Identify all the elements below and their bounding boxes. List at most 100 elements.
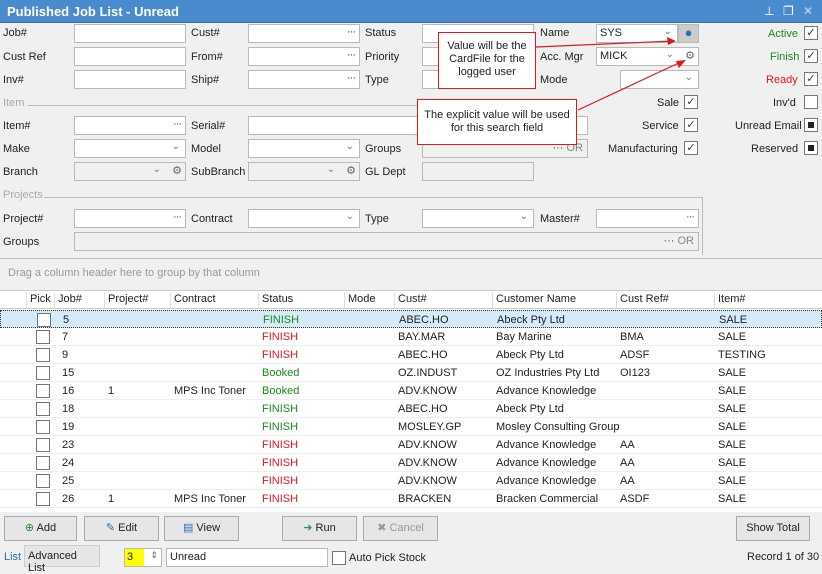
cell: ADSF bbox=[620, 349, 650, 361]
run-button[interactable]: ➜ Run bbox=[282, 516, 357, 541]
table-row[interactable]: 26 1 MPS Inc Toner FINISH BRACKEN Bracken Com… bbox=[0, 490, 822, 508]
column-header[interactable]: Status bbox=[258, 293, 293, 309]
callout-cardfile: Value will be the CardFile for the logge… bbox=[438, 32, 536, 89]
cell: ADV.KNOW bbox=[398, 475, 457, 487]
cell: SALE bbox=[718, 421, 747, 433]
tab-list[interactable]: List bbox=[4, 551, 21, 563]
table-row[interactable]: 7 FINISH BAY.MAR Bay Marine BMA SALE bbox=[0, 328, 822, 346]
cell: Abeck Pty Ltd bbox=[496, 403, 564, 415]
pick-checkbox[interactable] bbox=[36, 384, 50, 398]
callout-arrow-1 bbox=[535, 40, 675, 48]
pick-checkbox[interactable] bbox=[36, 474, 50, 488]
pick-checkbox[interactable] bbox=[36, 402, 50, 416]
cell: Advance Knowledge bbox=[496, 457, 597, 469]
cell: ADV.KNOW bbox=[398, 457, 457, 469]
column-header[interactable]: Cust# bbox=[394, 293, 427, 309]
pick-checkbox[interactable] bbox=[36, 438, 50, 452]
cell: SALE bbox=[718, 385, 747, 397]
pick-checkbox[interactable] bbox=[36, 456, 50, 470]
cell: FINISH bbox=[262, 475, 299, 487]
table-row[interactable]: 18 FINISH ABEC.HO Abeck Pty Ltd SALE bbox=[0, 400, 822, 418]
callout-arrowhead-1 bbox=[667, 37, 676, 45]
callout-arrow-2 bbox=[577, 60, 684, 111]
cell: 26 bbox=[62, 493, 75, 505]
auto-pick-checkbox[interactable] bbox=[332, 551, 346, 565]
edit-button[interactable]: ✎ Edit bbox=[84, 516, 159, 541]
cell: SALE bbox=[718, 457, 747, 469]
grid-header: Pick Job# Project# Contract Status Mode Cust# C… bbox=[0, 291, 822, 309]
cell: 5 bbox=[63, 314, 70, 326]
cell: 24 bbox=[62, 457, 75, 469]
cell: OZ.INDUST bbox=[398, 367, 458, 379]
callout-explicit-value: The explicit value will be used for this… bbox=[417, 99, 577, 145]
cell: Bay Marine bbox=[496, 331, 552, 343]
cell: FINISH bbox=[262, 457, 299, 469]
cell: Bracken Commercial bbox=[496, 493, 599, 505]
cell: 7 bbox=[62, 331, 69, 343]
cell: FINISH bbox=[262, 439, 299, 451]
column-header[interactable]: Contract bbox=[170, 293, 216, 309]
record-count: Record 1 of 30 bbox=[747, 551, 820, 563]
cell: 1 bbox=[108, 493, 115, 505]
show-total-button[interactable]: Show Total bbox=[736, 516, 810, 541]
table-row[interactable]: 9 FINISH ABEC.HO Abeck Pty Ltd ADSF TESTING bbox=[0, 346, 822, 364]
column-header[interactable]: Customer Name bbox=[492, 293, 576, 309]
cell: FINISH bbox=[262, 403, 299, 415]
view-name-input[interactable]: Unread bbox=[166, 548, 328, 567]
view-button[interactable]: ▤ View bbox=[164, 516, 239, 541]
count-spinner[interactable]: 3 ⇕ bbox=[124, 548, 162, 567]
cell: SALE bbox=[718, 475, 747, 487]
group-by-hint: Drag a column header here to group by th… bbox=[8, 267, 260, 279]
column-header[interactable]: Pick bbox=[26, 293, 51, 309]
callout-arrowhead-2 bbox=[676, 60, 686, 68]
table-row[interactable]: 24 FINISH ADV.KNOW Advance Knowledge AA SALE bbox=[0, 454, 822, 472]
cancel-button[interactable]: ✖ Cancel bbox=[363, 516, 438, 541]
column-header[interactable]: Cust Ref# bbox=[616, 293, 669, 309]
pick-checkbox[interactable] bbox=[36, 492, 50, 506]
cell: OI123 bbox=[620, 367, 650, 379]
pick-checkbox[interactable] bbox=[36, 366, 50, 380]
cell: BRACKEN bbox=[398, 493, 452, 505]
cell: TESTING bbox=[718, 349, 766, 361]
cell: 18 bbox=[62, 403, 75, 415]
cell: AA bbox=[620, 457, 635, 469]
pick-checkbox[interactable] bbox=[36, 420, 50, 434]
cell: FINISH bbox=[263, 314, 300, 326]
add-button[interactable]: ⊕ Add bbox=[4, 516, 77, 541]
cell: AA bbox=[620, 475, 635, 487]
column-header[interactable]: Job# bbox=[54, 293, 82, 309]
cell: 9 bbox=[62, 349, 69, 361]
callout-arrows bbox=[535, 37, 686, 111]
column-header[interactable]: Mode bbox=[344, 293, 376, 309]
cell: ABEC.HO bbox=[398, 403, 448, 415]
cell: Advance Knowledge bbox=[496, 439, 597, 451]
tab-advanced-list[interactable]: Advanced List bbox=[24, 545, 100, 574]
cell: FINISH bbox=[262, 421, 299, 433]
table-row[interactable]: 25 FINISH ADV.KNOW Advance Knowledge AA SALE bbox=[0, 472, 822, 490]
cell: Abeck Pty Ltd bbox=[496, 349, 564, 361]
cell: 15 bbox=[62, 367, 75, 379]
table-row[interactable]: 15 Booked OZ.INDUST OZ Industries Pty Ltd OI… bbox=[0, 364, 822, 382]
pick-checkbox[interactable] bbox=[36, 348, 50, 362]
cell: SALE bbox=[719, 314, 748, 326]
column-header[interactable]: Item# bbox=[714, 293, 746, 309]
cell: BAY.MAR bbox=[398, 331, 446, 343]
cell: MOSLEY.GP bbox=[398, 421, 462, 433]
table-row[interactable]: 19 FINISH MOSLEY.GP Mosley Consulting Group… bbox=[0, 418, 822, 436]
cell: MPS Inc Toner bbox=[174, 385, 246, 397]
pick-checkbox[interactable] bbox=[37, 313, 51, 327]
table-row[interactable]: 23 FINISH ADV.KNOW Advance Knowledge AA SALE bbox=[0, 436, 822, 454]
cell: MPS Inc Toner bbox=[174, 493, 246, 505]
cell: Booked bbox=[262, 367, 300, 379]
pick-checkbox[interactable] bbox=[36, 330, 50, 344]
table-row[interactable]: 16 1 MPS Inc Toner Booked ADV.KNOW Advance Kn… bbox=[0, 382, 822, 400]
cell: Advance Knowledge bbox=[496, 385, 597, 397]
column-header[interactable]: Project# bbox=[104, 293, 148, 309]
cell: FINISH bbox=[262, 493, 299, 505]
auto-pick-label: Auto Pick Stock bbox=[349, 552, 427, 564]
cell: BMA bbox=[620, 331, 644, 343]
cell: 1 bbox=[108, 385, 115, 397]
cell: 23 bbox=[62, 439, 75, 451]
job-grid: Pick Job# Project# Contract Status Mode Cust# C… bbox=[0, 290, 822, 512]
table-row[interactable]: 5 FINISH ABEC.HO Abeck Pty Ltd SALE bbox=[0, 310, 822, 328]
